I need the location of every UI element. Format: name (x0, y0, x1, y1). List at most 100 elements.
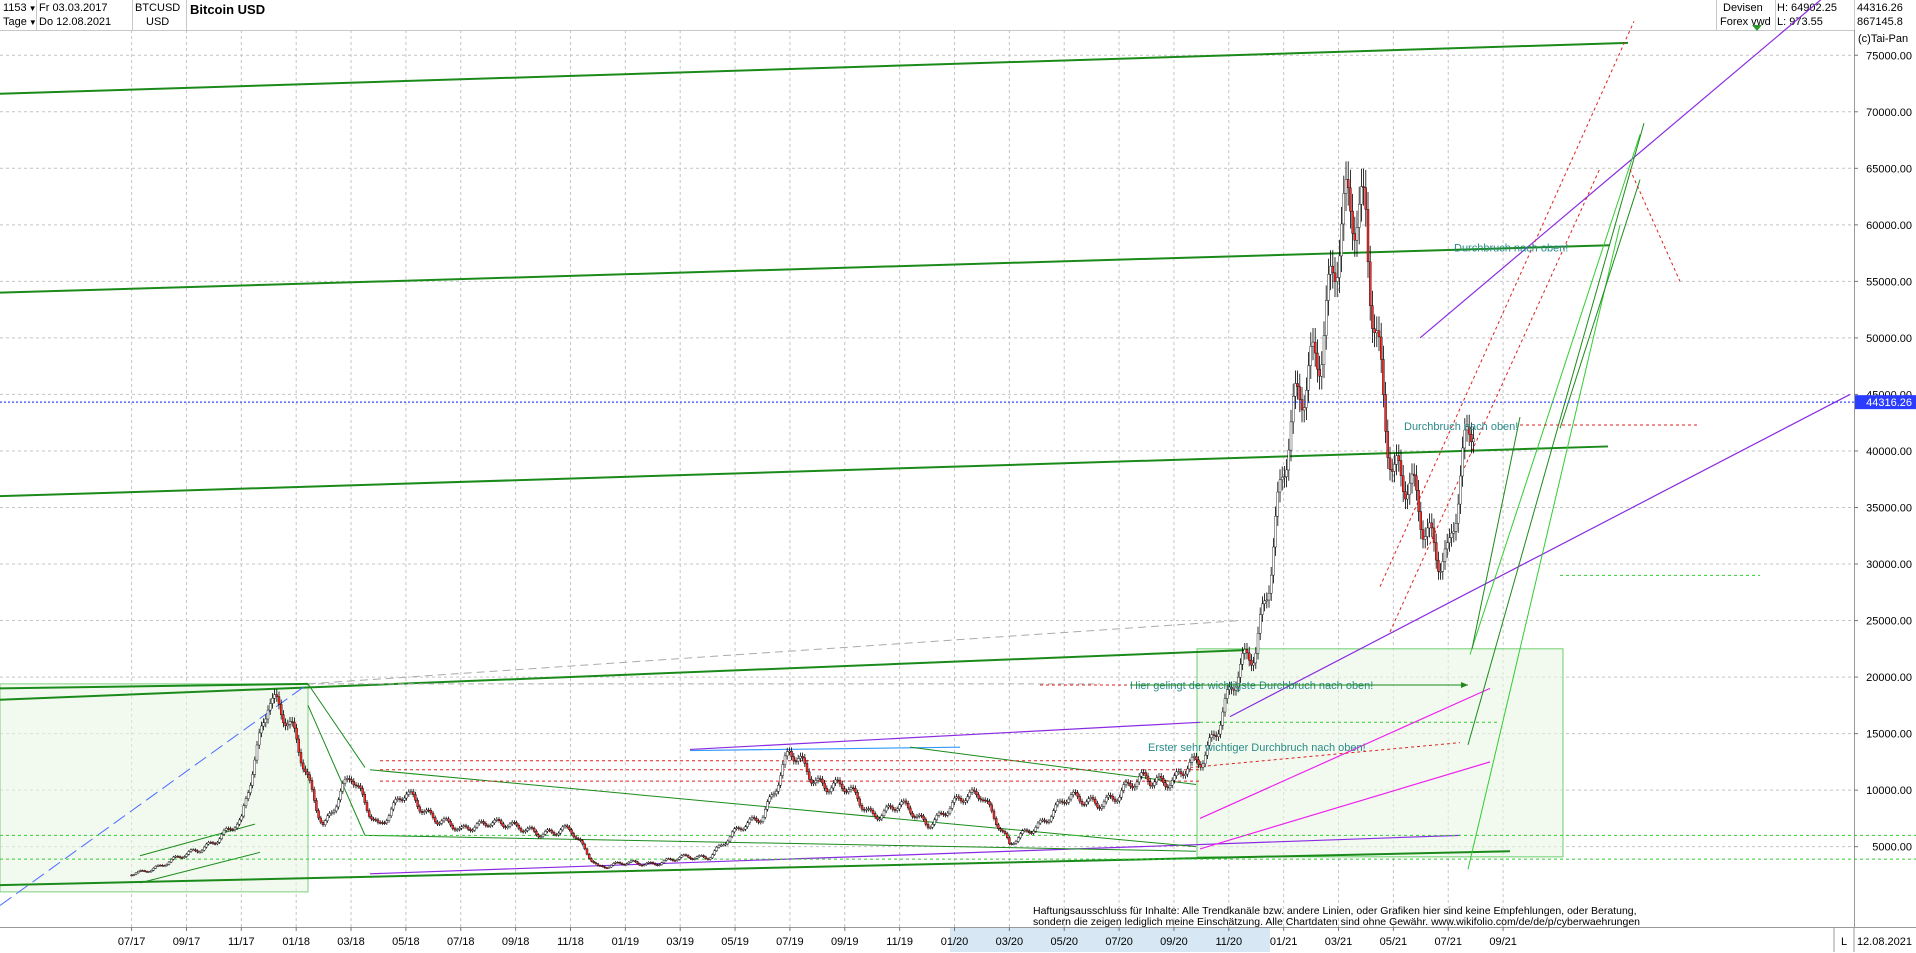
candle-body (790, 750, 793, 757)
candle-body (1093, 799, 1097, 804)
candle-body (539, 836, 542, 838)
trend-line (689, 721, 1201, 751)
candle-body (856, 792, 859, 800)
candle-body (634, 860, 637, 863)
candle-body (1267, 592, 1271, 601)
candle-body (1346, 179, 1350, 189)
candle-body (962, 800, 965, 803)
candle-body (495, 818, 498, 821)
candle-body (244, 798, 248, 806)
candle-body (1379, 336, 1383, 360)
x-tick-label: 03/21 (1325, 936, 1353, 948)
y-tick-label: 15000.00 (1866, 729, 1912, 741)
candle-body (863, 809, 866, 811)
y-tick-label: 30000.00 (1866, 559, 1912, 571)
candle-body (508, 823, 512, 827)
candle-body (1054, 804, 1057, 811)
candle-body (1329, 265, 1332, 275)
candle-body (561, 826, 564, 831)
candle-body (447, 818, 450, 822)
x-tick-label: 01/19 (612, 936, 640, 948)
candle-body (506, 826, 509, 828)
candle-body (636, 861, 639, 864)
candle-body (942, 812, 945, 815)
candle-body (680, 855, 683, 858)
candle-body (882, 810, 886, 816)
candle-body (1082, 804, 1086, 806)
trend-line (1471, 416, 1521, 649)
candle-body (434, 817, 437, 823)
candle-body (469, 829, 472, 831)
candle-body (482, 821, 485, 824)
candle-body (1096, 803, 1099, 808)
candle-body (1448, 537, 1451, 543)
candle-body (704, 856, 707, 859)
candle-body (1102, 801, 1106, 807)
candle-body (136, 871, 140, 874)
candle-body (354, 784, 358, 787)
candle-body (812, 782, 815, 785)
candle-body (390, 808, 393, 816)
candle-body (572, 833, 575, 838)
candle-body (926, 824, 930, 828)
candle-body (1008, 837, 1011, 844)
candle-body (202, 846, 206, 851)
candle-body (590, 858, 593, 862)
candle-body (599, 865, 602, 867)
y-tick-label: 40000.00 (1866, 446, 1912, 458)
candle-body (339, 790, 342, 801)
candle-body (1335, 277, 1339, 282)
candle-body (759, 821, 762, 823)
candle-body (902, 800, 905, 803)
candle-body (519, 828, 523, 832)
candle-body (229, 828, 232, 830)
candle-body (176, 856, 180, 858)
disclaimer: Haftungsausschluss für Inhalte: Alle Tre… (1033, 906, 1793, 928)
candle-body (216, 842, 219, 845)
candle-body (874, 813, 877, 818)
trend-line (364, 834, 1197, 852)
candle-body (1421, 529, 1425, 540)
candle-body (1263, 600, 1266, 605)
candle-body (156, 864, 160, 867)
candle-body (145, 871, 149, 873)
candle-body (647, 862, 650, 864)
candle-body (449, 821, 452, 826)
candle-body (541, 834, 545, 837)
candle-body (1221, 711, 1225, 726)
y-tick-label: 20000.00 (1866, 672, 1912, 684)
candle-body (616, 862, 619, 864)
candle-body (1109, 795, 1112, 797)
candle-body (810, 778, 813, 784)
candle-body (695, 856, 699, 859)
candle-body (552, 832, 556, 835)
candle-body (1397, 455, 1401, 461)
candle-body (326, 815, 329, 821)
candle-body (211, 842, 215, 844)
price-chart: 5000.00 10000.00 15000.00 20000.00 25000.00 3… (0, 0, 1916, 952)
candle-body (224, 828, 228, 831)
candle-body (706, 858, 710, 860)
candle-body (1074, 791, 1077, 794)
candle-body (1452, 531, 1456, 534)
candle-body (1441, 561, 1445, 572)
candle-body (660, 862, 663, 865)
candle-body (1254, 653, 1258, 664)
x-tick-label: 05/19 (721, 936, 749, 948)
candle-body (1434, 542, 1438, 561)
candle-body (607, 866, 611, 869)
candle-body (486, 825, 490, 827)
candle-body (1014, 841, 1018, 844)
candle-body (970, 789, 974, 793)
candle-body (273, 694, 276, 699)
candle-body (739, 828, 743, 830)
candle-body (317, 810, 320, 819)
candle-body (825, 788, 828, 793)
candle-body (658, 864, 661, 866)
candle-body (1133, 786, 1137, 789)
candle-body (860, 805, 864, 810)
candle-body (662, 860, 666, 863)
candle-body (1274, 515, 1277, 548)
candle-body (218, 838, 221, 843)
candle-body (1047, 820, 1051, 823)
